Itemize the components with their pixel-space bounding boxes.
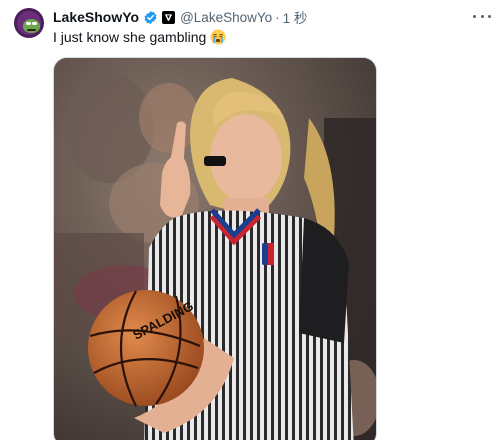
- tweet-header: LakeShowYo @LakeShowYo · 1 秒: [53, 8, 307, 26]
- more-options-icon[interactable]: [472, 8, 492, 24]
- tweet-text-body: I just know she gambling: [53, 29, 207, 45]
- affiliate-badge-icon: [162, 10, 176, 24]
- avatar-eye-left: [26, 22, 31, 25]
- user-handle[interactable]: @LakeShowYo: [180, 10, 272, 25]
- verified-badge-icon: [143, 10, 158, 25]
- display-name[interactable]: LakeShowYo: [53, 9, 139, 25]
- whistle: [204, 156, 226, 166]
- tweet-text: I just know she gambling: [53, 29, 226, 45]
- tweet-photo[interactable]: SPALDING: [53, 57, 377, 440]
- avatar[interactable]: [14, 8, 44, 38]
- timestamp[interactable]: 1 秒: [283, 7, 308, 27]
- crying-face-emoji-icon: [210, 29, 226, 45]
- avatar-eye-right: [32, 22, 37, 25]
- avatar-mouth: [27, 29, 36, 31]
- basketball: SPALDING: [88, 290, 204, 407]
- referee-photo: SPALDING: [54, 58, 376, 440]
- tweet-card[interactable]: LakeShowYo @LakeShowYo · 1 秒 I just know…: [0, 0, 500, 440]
- header-separator: ·: [275, 9, 280, 25]
